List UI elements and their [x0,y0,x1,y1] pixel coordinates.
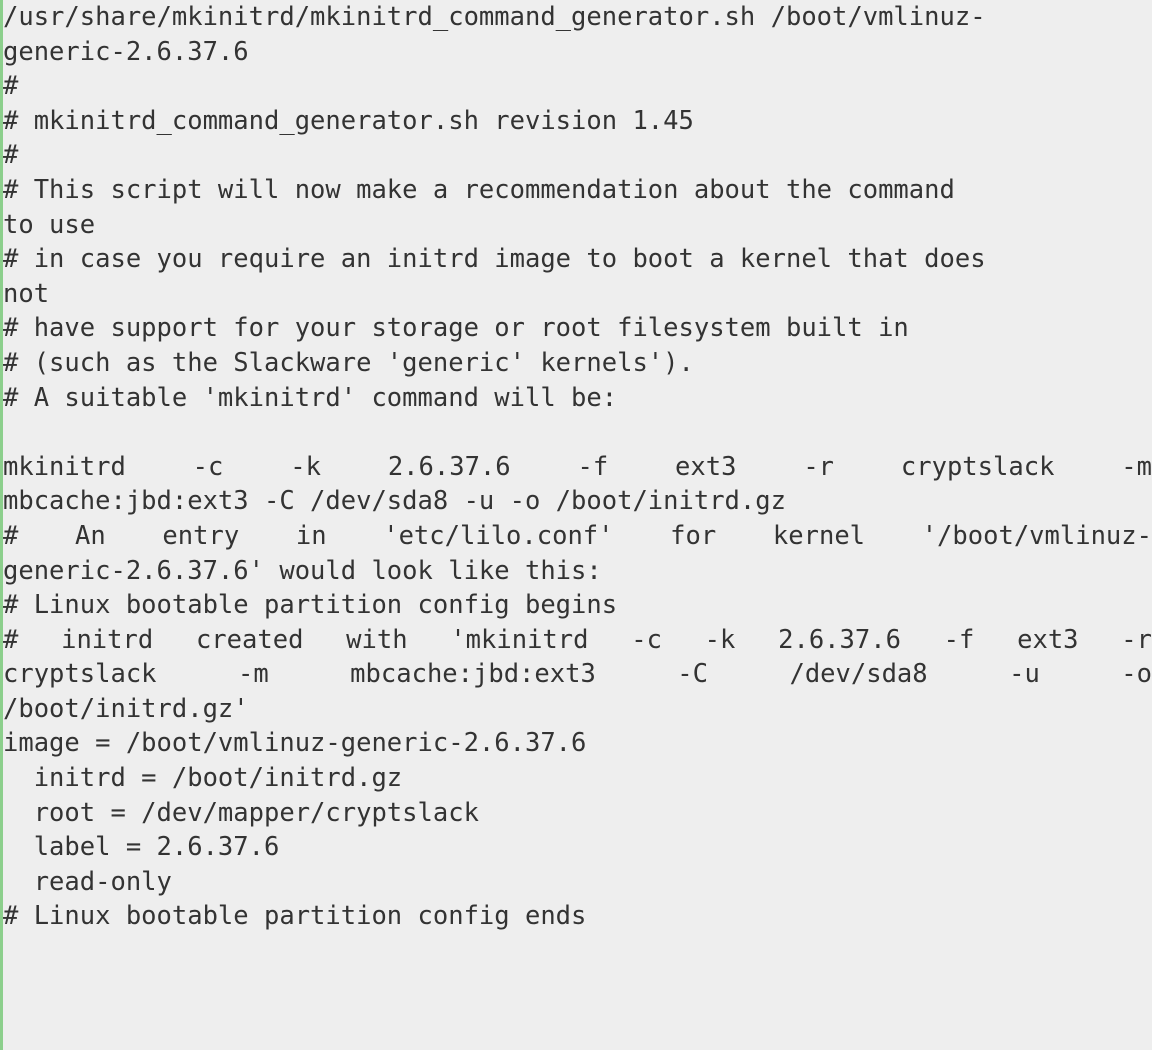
code-line: # in case you require an initrd image to… [3,244,986,275]
code-line: /boot/initrd.gz' [3,693,249,724]
code-line: # [3,71,19,102]
code-line: image = /boot/vmlinuz-generic-2.6.37.6 [3,728,587,759]
code-line: mkinitrd -c -k 2.6.37.6 -f ext3 -r crypt… [3,451,1152,482]
code-line: initrd = /boot/initrd.gz [3,763,403,794]
code-block: /usr/share/mkinitrd/mkinitrd_command_gen… [0,0,1152,1050]
code-line: # mkinitrd_command_generator.sh revision… [3,105,694,136]
code-line: not [3,278,50,309]
code-line: # An entry in 'etc/lilo.conf' for kernel… [3,520,1152,551]
code-line: generic-2.6.37.6' would look like this: [3,555,602,586]
code-line: # [3,140,19,171]
code-line: to use [3,209,96,240]
code-line: cryptslack -m mbcache:jbd:ext3 -C /dev/s… [3,659,1152,690]
code-line: # have support for your storage or root … [3,313,909,344]
code-line: # A suitable 'mkinitrd' command will be: [3,382,618,413]
code-line: # Linux bootable partition config ends [3,901,587,932]
code-line: root = /dev/mapper/cryptslack [3,797,479,828]
code-line: # Linux bootable partition config begins [3,590,618,621]
code-line: # This script will now make a recommenda… [3,174,955,205]
code-line: # (such as the Slackware 'generic' kerne… [3,347,694,378]
code-line: generic-2.6.37.6 [3,36,249,67]
code-line: read-only [3,866,172,897]
code-line: mbcache:jbd:ext3 -C /dev/sda8 -u -o /boo… [3,486,786,517]
code-line: # initrd created with 'mkinitrd -c -k 2.… [3,624,1152,655]
code-lines: /usr/share/mkinitrd/mkinitrd_command_gen… [3,0,1152,934]
code-line: label = 2.6.37.6 [3,832,280,863]
code-line: /usr/share/mkinitrd/mkinitrd_command_gen… [3,2,986,32]
